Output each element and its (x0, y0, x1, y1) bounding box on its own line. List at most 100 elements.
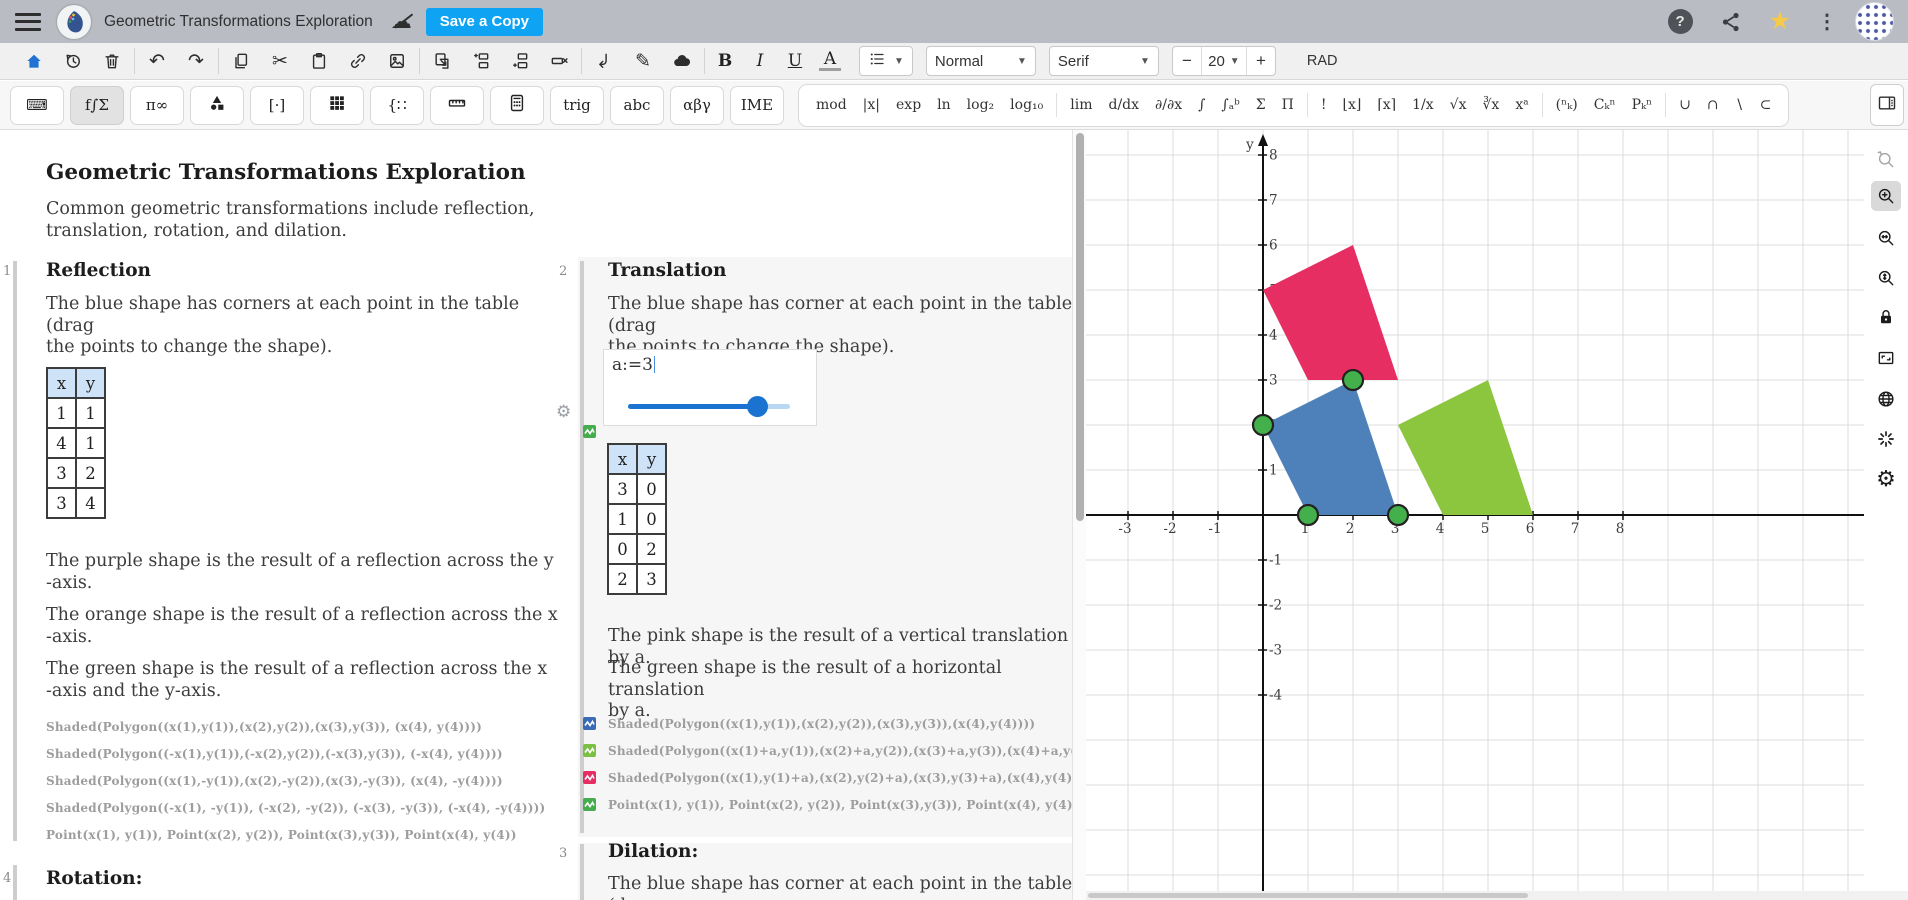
undo-button[interactable]: ↶ (144, 48, 170, 74)
math-tab-trig[interactable]: trig (550, 86, 604, 125)
redo-button[interactable]: ↷ (183, 48, 209, 74)
graph-element-icon[interactable] (583, 771, 596, 784)
insert-media-button[interactable] (384, 48, 410, 74)
slider-panel[interactable]: a:=3 (603, 349, 817, 426)
math-tab-ime[interactable]: IME (730, 86, 784, 125)
translation-heading[interactable]: Translation (608, 260, 726, 281)
panel-toggle-button[interactable] (1870, 84, 1904, 126)
math-tab-measure[interactable] (430, 86, 484, 125)
function-button[interactable]: lim (1063, 90, 1099, 120)
insert-row-above-button[interactable] (468, 48, 494, 74)
math-tab-matrix[interactable] (310, 86, 364, 125)
move-block-button[interactable] (429, 48, 455, 74)
font-family-dropdown[interactable]: Serif▼ (1049, 46, 1159, 76)
zoom-in-button[interactable] (1871, 181, 1901, 211)
delete-row-button[interactable] (546, 48, 572, 74)
rotation-heading[interactable]: Rotation: (46, 868, 142, 889)
table-cell[interactable]: 4 (76, 488, 105, 518)
insert-link-button[interactable] (345, 48, 371, 74)
pen-tool-button[interactable]: ✎ (630, 48, 656, 74)
history-button[interactable] (60, 48, 86, 74)
favorite-star-icon[interactable]: ★ (1769, 9, 1791, 34)
table-cell[interactable]: 2 (76, 458, 105, 488)
function-button[interactable]: log₁₀ (1003, 90, 1050, 120)
math-tab-keyboard[interactable]: ⌨ (10, 86, 64, 125)
copy-button[interactable] (228, 48, 254, 74)
document-canvas[interactable]: Geometric Transformations Exploration Co… (0, 130, 1072, 900)
reflection-orange-text[interactable]: The orange shape is the result of a refl… (46, 605, 566, 648)
zoom-to-fit-button[interactable] (1871, 263, 1901, 293)
home-button[interactable] (21, 48, 47, 74)
intro-paragraph[interactable]: Common geometric transformations include… (46, 199, 566, 242)
paragraph-style-dropdown[interactable]: Normal▼ (926, 46, 1036, 76)
math-tab-functions[interactable]: f∫Σ (70, 86, 124, 125)
graph-element-icon[interactable] (583, 425, 596, 438)
document-scrollbar[interactable] (1072, 130, 1086, 900)
delete-button[interactable] (99, 48, 125, 74)
paste-button[interactable] (306, 48, 332, 74)
math-tab-calculator[interactable] (490, 86, 544, 125)
code-expression[interactable]: Shaded(Polygon((-x(1),y(1)),(-x(2),y(2))… (46, 747, 503, 761)
function-button[interactable]: |x| (856, 90, 887, 120)
font-size-dropdown[interactable]: 20▼ (1201, 47, 1247, 75)
table-cell[interactable]: 1 (47, 398, 76, 428)
graph-element-icon[interactable] (583, 744, 596, 757)
draggable-point[interactable] (1388, 505, 1408, 525)
table-cell[interactable]: 4 (47, 428, 76, 458)
function-button[interactable]: ∫ (1191, 90, 1212, 120)
gear-icon[interactable]: ⚙ (556, 402, 571, 422)
scrollbar-thumb[interactable] (1088, 893, 1528, 898)
code-expression[interactable]: Shaded(Polygon((-x(1), -y(1)), (-x(2), -… (46, 801, 545, 815)
function-button[interactable]: ∫ₐᵇ (1214, 90, 1246, 120)
table-cell[interactable]: 3 (637, 564, 666, 594)
function-button[interactable]: Π (1275, 90, 1301, 120)
table-cell[interactable]: 1 (608, 504, 637, 534)
graphics-view[interactable]: -3-2-11234567887654321-1-2-3-4xy (1086, 130, 1908, 891)
pink-shape[interactable] (1263, 245, 1398, 380)
app-logo-icon[interactable] (57, 5, 91, 39)
function-button[interactable]: √x (1443, 90, 1474, 120)
shape-tool-button[interactable] (669, 48, 695, 74)
code-expression[interactable]: Shaded(Polygon((x(1),y(1)),(x(2),y(2)),(… (608, 717, 1035, 731)
table-cell[interactable]: 1 (76, 428, 105, 458)
table-cell[interactable]: 2 (637, 534, 666, 564)
function-button[interactable]: log₂ (960, 90, 1001, 120)
function-button[interactable]: ! (1314, 90, 1334, 120)
font-size-increase-button[interactable]: + (1247, 47, 1275, 75)
help-icon[interactable]: ? (1668, 9, 1693, 34)
function-button[interactable]: (ⁿₖ) (1549, 90, 1585, 120)
reflection-body[interactable]: The blue shape has corners at each point… (46, 294, 566, 359)
function-button[interactable]: 1/x (1405, 90, 1441, 120)
italic-button[interactable]: I (749, 51, 771, 71)
green-shape[interactable] (1398, 380, 1533, 515)
settings-gear-icon[interactable]: ⚙ (1871, 464, 1901, 494)
globe-button[interactable] (1871, 384, 1901, 414)
function-button[interactable]: ∩ (1700, 90, 1726, 120)
slider-definition-input[interactable]: a:=3 (612, 355, 655, 375)
reflection-heading[interactable]: Reflection (46, 260, 151, 281)
table-cell[interactable]: 2 (608, 564, 637, 594)
draggable-point[interactable] (1253, 415, 1273, 435)
function-button[interactable]: ln (930, 90, 958, 120)
code-expression[interactable]: Point(x(1), y(1)), Point(x(2), y(2)), Po… (608, 798, 1072, 812)
math-tab-greek[interactable]: αβγ (670, 86, 724, 125)
draggable-point[interactable] (1343, 370, 1363, 390)
underline-button[interactable]: U (784, 51, 806, 71)
coordinate-plane[interactable]: -3-2-11234567887654321-1-2-3-4xy (1086, 130, 1908, 891)
slider-track[interactable] (628, 404, 790, 409)
function-button[interactable]: mod (809, 90, 854, 120)
graph-element-icon[interactable] (583, 717, 596, 730)
standard-view-button[interactable] (1871, 424, 1901, 454)
table-cell[interactable]: 1 (76, 398, 105, 428)
math-tab-brackets[interactable]: [·] (250, 86, 304, 125)
function-button[interactable]: ∖ (1728, 90, 1751, 120)
share-icon[interactable] (1719, 10, 1743, 34)
code-expression[interactable]: Shaded(Polygon((x(1)+a,y(1)),(x(2)+a,y(2… (608, 744, 1072, 758)
function-button[interactable]: ∪ (1672, 90, 1698, 120)
save-copy-button[interactable]: Save a Copy (426, 8, 543, 36)
function-button[interactable]: ⌈x⌉ (1370, 90, 1403, 120)
fullscreen-button[interactable] (1871, 343, 1901, 373)
page-title[interactable]: Geometric Transformations Exploration (46, 160, 526, 185)
angle-unit-button[interactable]: RAD (1307, 53, 1338, 69)
table-cell[interactable]: 0 (637, 504, 666, 534)
